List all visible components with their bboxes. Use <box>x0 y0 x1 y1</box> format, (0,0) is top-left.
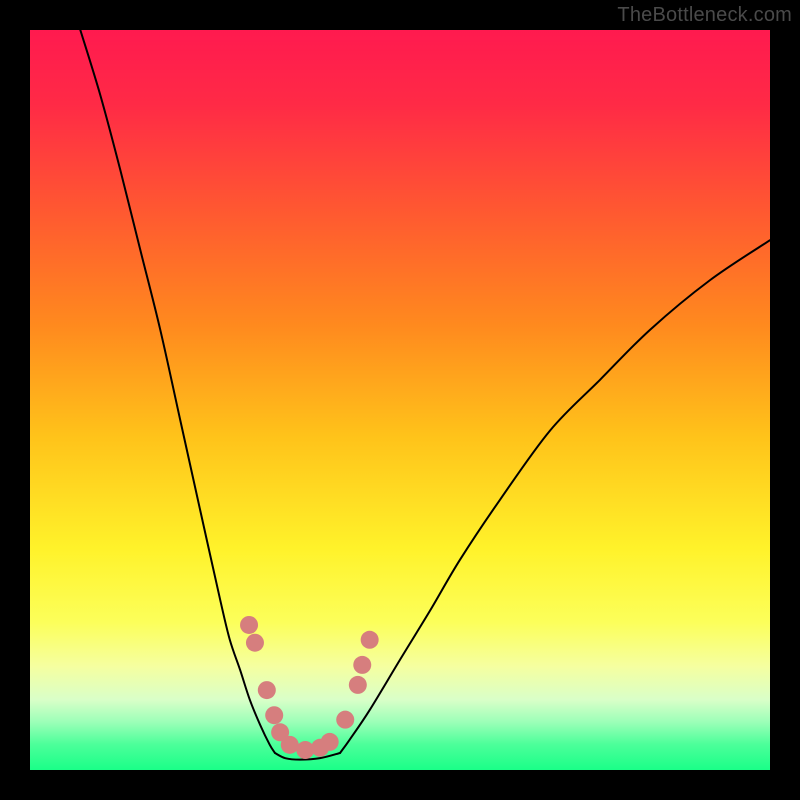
data-point-markers <box>240 616 379 759</box>
data-point <box>361 631 379 649</box>
data-point <box>240 616 258 634</box>
data-point <box>321 733 339 751</box>
data-point <box>258 681 276 699</box>
data-point <box>336 711 354 729</box>
data-point <box>353 656 371 674</box>
curve-left <box>80 30 275 753</box>
data-point <box>246 634 264 652</box>
curve-layer <box>30 30 770 770</box>
data-point <box>281 736 299 754</box>
data-point <box>265 706 283 724</box>
plot-area <box>30 30 770 770</box>
curve-right <box>340 240 770 753</box>
chart-frame: TheBottleneck.com <box>0 0 800 800</box>
data-point <box>349 676 367 694</box>
attribution-text: TheBottleneck.com <box>617 4 792 27</box>
